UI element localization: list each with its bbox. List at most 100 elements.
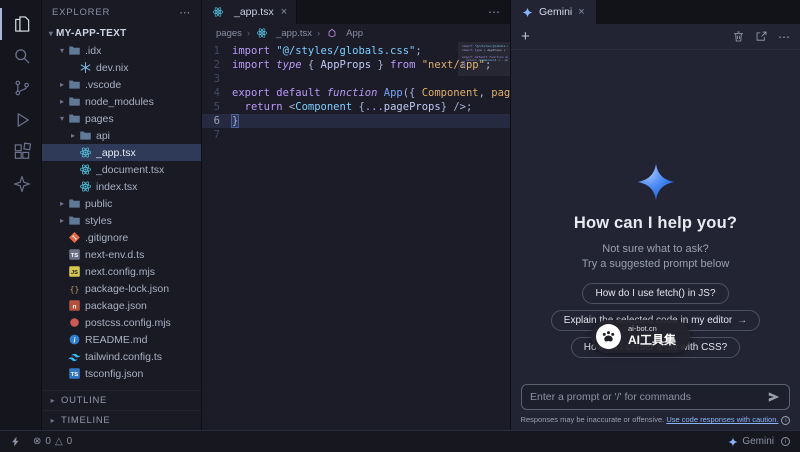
breadcrumb-file[interactable]: _app.tsx: [255, 27, 312, 40]
folder-icon: [67, 197, 81, 210]
idx-icon[interactable]: [0, 168, 42, 200]
tree-item[interactable]: {}package-lock.json: [42, 280, 201, 297]
problems-indicator[interactable]: ⊗ 0 △ 0: [33, 436, 72, 447]
tab-label: _app.tsx: [234, 6, 274, 18]
svg-text:n: n: [72, 303, 76, 310]
watermark-name: AI工具集: [628, 334, 676, 348]
tree-item[interactable]: dev.nix: [42, 59, 201, 76]
gemini-body: How can I help you? Not sure what to ask…: [511, 50, 800, 384]
tree-item[interactable]: tailwind.config.ts: [42, 348, 201, 365]
search-icon[interactable]: [0, 40, 42, 72]
gemini-spark-icon: [728, 437, 738, 447]
gemini-status[interactable]: Gemini i: [728, 436, 790, 447]
file-label: tsconfig.json: [85, 368, 143, 380]
tree-item[interactable]: postcss.config.mjs: [42, 314, 201, 331]
tree-item[interactable]: iREADME.md: [42, 331, 201, 348]
tab-app-tsx[interactable]: _app.tsx ×: [202, 0, 297, 24]
minimap[interactable]: import "@/styles/globals.css";import typ…: [462, 45, 508, 70]
line-number: 4: [202, 86, 232, 100]
file-label: styles: [85, 215, 112, 227]
tree-item[interactable]: ▾pages: [42, 110, 201, 127]
folder-icon: [67, 214, 81, 227]
tree-item[interactable]: ▸ styles: [42, 212, 201, 229]
close-icon[interactable]: ×: [281, 6, 287, 18]
more-icon[interactable]: ⋯: [778, 31, 790, 43]
chevron-icon: ▾: [57, 114, 67, 123]
tree-item[interactable]: ▸public: [42, 195, 201, 212]
folder-icon: [67, 44, 81, 57]
tree-item[interactable]: ▾.idx: [42, 42, 201, 59]
breadcrumb-pages[interactable]: pages: [216, 28, 242, 39]
export-icon[interactable]: [755, 30, 768, 43]
file-label: package-lock.json: [85, 283, 169, 295]
code-line[interactable]: 5 return <Component {...pageProps} />;: [202, 100, 510, 114]
svg-text:JS: JS: [71, 270, 78, 276]
trash-icon[interactable]: [732, 30, 745, 43]
paw-icon: [596, 324, 621, 349]
explorer-title: EXPLORER: [52, 7, 110, 18]
gemini-spark-icon: [522, 7, 533, 18]
arrow-right-icon: →: [737, 315, 747, 326]
file-label: dev.nix: [96, 62, 129, 74]
tree-item[interactable]: npackage.json: [42, 297, 201, 314]
explorer-sidebar: EXPLORER ⋯ ▾MY-APP-TEXT▾.idx dev.nix ▸.vsc…: [42, 0, 202, 430]
extensions-icon[interactable]: [0, 136, 42, 168]
ts-gray-icon: TS: [67, 248, 81, 261]
react-icon: [211, 6, 225, 19]
tree-item[interactable]: ▸node_modules: [42, 93, 201, 110]
tree-item[interactable]: _app.tsx: [42, 144, 201, 161]
code-editor[interactable]: 1import "@/styles/globals.css";2import t…: [202, 42, 510, 430]
breadcrumb-label: pages: [216, 28, 242, 39]
code-line[interactable]: 6}: [202, 114, 510, 128]
tree-item[interactable]: TS tsconfig.json: [42, 365, 201, 382]
close-icon[interactable]: ×: [578, 6, 584, 18]
source-control-icon[interactable]: [0, 72, 42, 104]
folder-icon: [78, 129, 92, 142]
editor-tabbar: _app.tsx × ⋯: [202, 0, 510, 24]
file-label: api: [96, 130, 110, 142]
code-line[interactable]: 4export default function App({ Component…: [202, 86, 510, 100]
run-debug-icon[interactable]: [0, 104, 42, 136]
tailwind-icon: [67, 350, 81, 363]
code-line[interactable]: 7: [202, 128, 510, 142]
activity-bar: [0, 0, 42, 430]
remote-indicator[interactable]: [10, 436, 21, 447]
tab-gemini[interactable]: Gemini ×: [511, 0, 596, 24]
project-root[interactable]: ▾MY-APP-TEXT: [42, 25, 201, 42]
breadcrumb-label: App: [346, 28, 363, 39]
breadcrumb-symbol[interactable]: App: [325, 27, 363, 40]
tree-item[interactable]: _document.tsx: [42, 161, 201, 178]
chevron-icon: ▸: [57, 216, 67, 225]
file-label: index.tsx: [96, 181, 137, 193]
more-actions-icon[interactable]: ⋯: [179, 6, 191, 19]
tree-item[interactable]: ▸.vscode: [42, 76, 201, 93]
explorer-icon[interactable]: [0, 8, 42, 40]
tree-item[interactable]: .gitignore: [42, 229, 201, 246]
tree-item[interactable]: ▸api: [42, 127, 201, 144]
editor-actions-more-icon[interactable]: ⋯: [478, 0, 510, 24]
prompt-input[interactable]: [530, 391, 761, 403]
chevron-icon: ▸: [57, 80, 67, 89]
breadcrumb-label: _app.tsx: [276, 28, 312, 39]
line-number: 3: [202, 72, 232, 86]
gemini-disclaimer: Responses may be inaccurate or offensive…: [511, 415, 800, 430]
chevron-icon: ▸: [57, 97, 67, 106]
send-icon[interactable]: [767, 390, 781, 404]
explorer-header: EXPLORER ⋯: [42, 0, 201, 24]
tree-item[interactable]: index.tsx: [42, 178, 201, 195]
svg-text:TS: TS: [70, 372, 77, 378]
main-row: EXPLORER ⋯ ▾MY-APP-TEXT▾.idx dev.nix ▸.vsc…: [0, 0, 800, 430]
tree-item[interactable]: TSnext-env.d.ts: [42, 246, 201, 263]
section-label: TIMELINE: [61, 415, 110, 426]
error-count: 0: [45, 436, 51, 447]
info-icon: i: [67, 333, 81, 346]
info-icon[interactable]: i: [781, 416, 790, 425]
svg-text:TS: TS: [70, 253, 77, 259]
suggested-prompt[interactable]: How do I use fetch() in JS?: [582, 283, 728, 304]
timeline-section[interactable]: ▸ TIMELINE: [42, 410, 201, 430]
new-chat-button[interactable]: +: [521, 29, 530, 44]
tree-item[interactable]: JSnext.config.mjs: [42, 263, 201, 280]
caution-link[interactable]: Use code responses with caution.: [666, 415, 778, 424]
outline-section[interactable]: ▸ OUTLINE: [42, 390, 201, 410]
line-number: 6: [202, 114, 232, 128]
